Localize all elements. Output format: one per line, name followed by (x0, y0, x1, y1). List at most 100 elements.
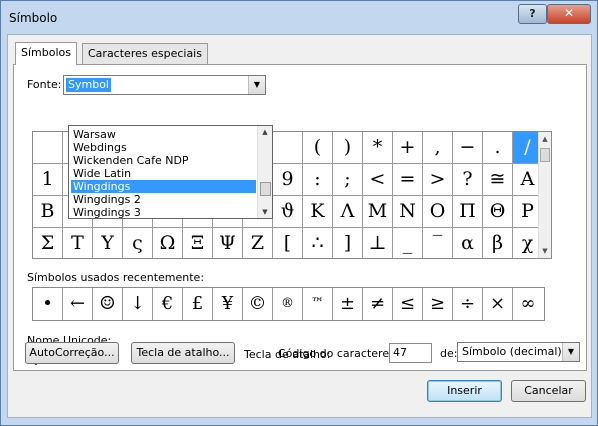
font-option[interactable]: Wingdings 3 (71, 206, 256, 218)
recent-symbol-cell[interactable]: £ (183, 288, 213, 320)
symbol-cell[interactable]: ; (333, 164, 363, 196)
font-option[interactable]: Wingdings (71, 180, 256, 193)
chevron-down-icon[interactable]: ▼ (562, 343, 579, 361)
symbol-cell[interactable]: Ψ (213, 228, 243, 258)
tab-simbolos[interactable]: Símbolos (15, 42, 77, 65)
symbol-cell[interactable]: . (483, 132, 513, 164)
symbol-cell[interactable]: < (363, 164, 393, 196)
symbol-cell[interactable]: Τ (63, 228, 93, 258)
symbol-cell[interactable] (273, 132, 303, 164)
symbol-cell[interactable]: ( (303, 132, 333, 164)
symbol-cell[interactable]: Υ (93, 228, 123, 258)
insert-button[interactable]: Inserir (427, 380, 502, 402)
symbol-cell[interactable]: Ν (393, 196, 423, 228)
scroll-thumb[interactable] (260, 182, 271, 196)
autocorrect-button[interactable]: AutoCorreção... (25, 342, 119, 364)
symbol-cell[interactable]: + (393, 132, 423, 164)
symbol-cell[interactable]: Σ (33, 228, 63, 258)
font-option[interactable]: Wide Latin (71, 167, 256, 180)
recent-symbol-cell[interactable]: ← (63, 288, 93, 320)
font-dropdown-scrollbar[interactable]: ▲ ▼ (257, 126, 272, 218)
char-code-input[interactable]: 47 (389, 343, 432, 363)
symbol-cell[interactable]: * (363, 132, 393, 164)
symbol-cell[interactable]: Ω (153, 228, 183, 258)
chevron-down-icon[interactable]: ▼ (248, 76, 265, 94)
symbol-cell[interactable]: Θ (483, 196, 513, 228)
symbol-cell[interactable]: ) (333, 132, 363, 164)
symbol-cell[interactable]: : (303, 164, 333, 196)
recent-symbol-cell[interactable]: ≥ (423, 288, 453, 320)
symbol-cell[interactable]: , (423, 132, 453, 164)
symbol-cell[interactable]: Ο (423, 196, 453, 228)
scroll-up-icon[interactable]: ▲ (539, 135, 551, 143)
symbol-cell[interactable]: ‾ (423, 228, 453, 258)
recent-symbols-label: Símbolos usados recentemente: (27, 271, 205, 284)
help-button[interactable]: ? (518, 4, 547, 24)
symbol-cell[interactable]: Π (453, 196, 483, 228)
recent-symbol-cell[interactable]: ¥ (213, 288, 243, 320)
symbol-cell[interactable]: Ξ (183, 228, 213, 258)
symbol-cell[interactable]: ϑ (273, 196, 303, 228)
insert-button-label: Inserir (447, 384, 482, 397)
tab-caracteres-especiais[interactable]: Caracteres especiais (82, 43, 208, 64)
symbol-cell[interactable] (33, 132, 63, 164)
recent-symbol-cell[interactable]: ≠ (363, 288, 393, 320)
symbols-tab-panel: Fonte: Symbol ▼ ()*+,−./19:;<=>?≅AΒΧΔΕΦΓ… (13, 64, 587, 371)
recent-symbol-cell[interactable]: ÷ (453, 288, 483, 320)
symbol-cell[interactable]: β (483, 228, 513, 258)
recent-symbol-cell[interactable]: ± (333, 288, 363, 320)
shortcut-label: Tecla de atalho: (244, 348, 331, 361)
encoding-select-value: Símbolo (decimal) (462, 345, 562, 358)
recent-symbol-cell[interactable]: ☺ (93, 288, 123, 320)
recent-symbol-cell[interactable]: ∞ (513, 288, 543, 320)
window-title: Símbolo (9, 11, 58, 25)
font-option[interactable]: Wingdings 2 (71, 193, 256, 206)
symbol-cell[interactable]: − (453, 132, 483, 164)
recent-symbol-cell[interactable]: ® (273, 288, 303, 320)
symbol-cell[interactable]: 1 (33, 164, 63, 196)
font-option[interactable]: Webdings (71, 141, 256, 154)
close-button[interactable]: ✕ (547, 4, 591, 24)
tab-simbolos-label: Símbolos (21, 46, 71, 59)
recent-symbol-cell[interactable]: × (483, 288, 513, 320)
symbol-cell[interactable]: Ζ (243, 228, 273, 258)
autocorrect-button-label: AutoCorreção... (29, 346, 115, 359)
encoding-select[interactable]: Símbolo (decimal) ▼ (457, 342, 580, 362)
symbol-grid-scrollbar[interactable]: ▲ ▼ (538, 132, 551, 258)
shortcut-key-button-label: Tecla de atalho... (136, 346, 230, 359)
symbol-cell[interactable]: Κ (303, 196, 333, 228)
font-option[interactable]: Wickenden Cafe NDP (71, 154, 256, 167)
recent-symbol-cell[interactable]: ™ (303, 288, 333, 320)
scroll-thumb[interactable] (540, 148, 550, 162)
recent-symbol-cell[interactable]: ≤ (393, 288, 423, 320)
symbol-cell[interactable]: Β (33, 196, 63, 228)
font-option[interactable]: Warsaw (71, 128, 256, 141)
symbol-cell[interactable]: ? (453, 164, 483, 196)
scroll-up-icon[interactable]: ▲ (258, 128, 272, 136)
recent-symbol-cell[interactable]: © (243, 288, 273, 320)
symbol-cell[interactable]: = (393, 164, 423, 196)
scroll-down-icon[interactable]: ▼ (539, 247, 551, 255)
symbol-cell[interactable]: Λ (333, 196, 363, 228)
symbol-cell[interactable]: ⊥ (363, 228, 393, 258)
font-label: Fonte: (27, 78, 62, 91)
font-select[interactable]: Symbol ▼ (63, 75, 266, 95)
recent-symbol-cell[interactable]: ↓ (123, 288, 153, 320)
symbol-cell[interactable]: ς (123, 228, 153, 258)
char-code-value: 47 (393, 346, 407, 359)
symbol-cell[interactable]: 9 (273, 164, 303, 196)
symbol-cell[interactable]: ∴ (303, 228, 333, 258)
symbol-cell[interactable]: ≅ (483, 164, 513, 196)
symbol-cell[interactable]: Μ (363, 196, 393, 228)
recent-symbols: • ← ☺ ↓ € £ ¥ © ® ™ ± ≠ ≤ ≥ ÷ × ∞ (32, 287, 545, 321)
symbol-cell[interactable]: > (423, 164, 453, 196)
symbol-cell[interactable]: ] (333, 228, 363, 258)
symbol-cell[interactable]: α (453, 228, 483, 258)
cancel-button[interactable]: Cancelar (511, 380, 586, 402)
symbol-cell[interactable]: _ (393, 228, 423, 258)
recent-symbol-cell[interactable]: • (33, 288, 63, 320)
scroll-down-icon[interactable]: ▼ (258, 208, 272, 216)
recent-symbol-cell[interactable]: € (153, 288, 183, 320)
symbol-cell[interactable]: [ (273, 228, 303, 258)
shortcut-key-button[interactable]: Tecla de atalho... (131, 342, 235, 364)
